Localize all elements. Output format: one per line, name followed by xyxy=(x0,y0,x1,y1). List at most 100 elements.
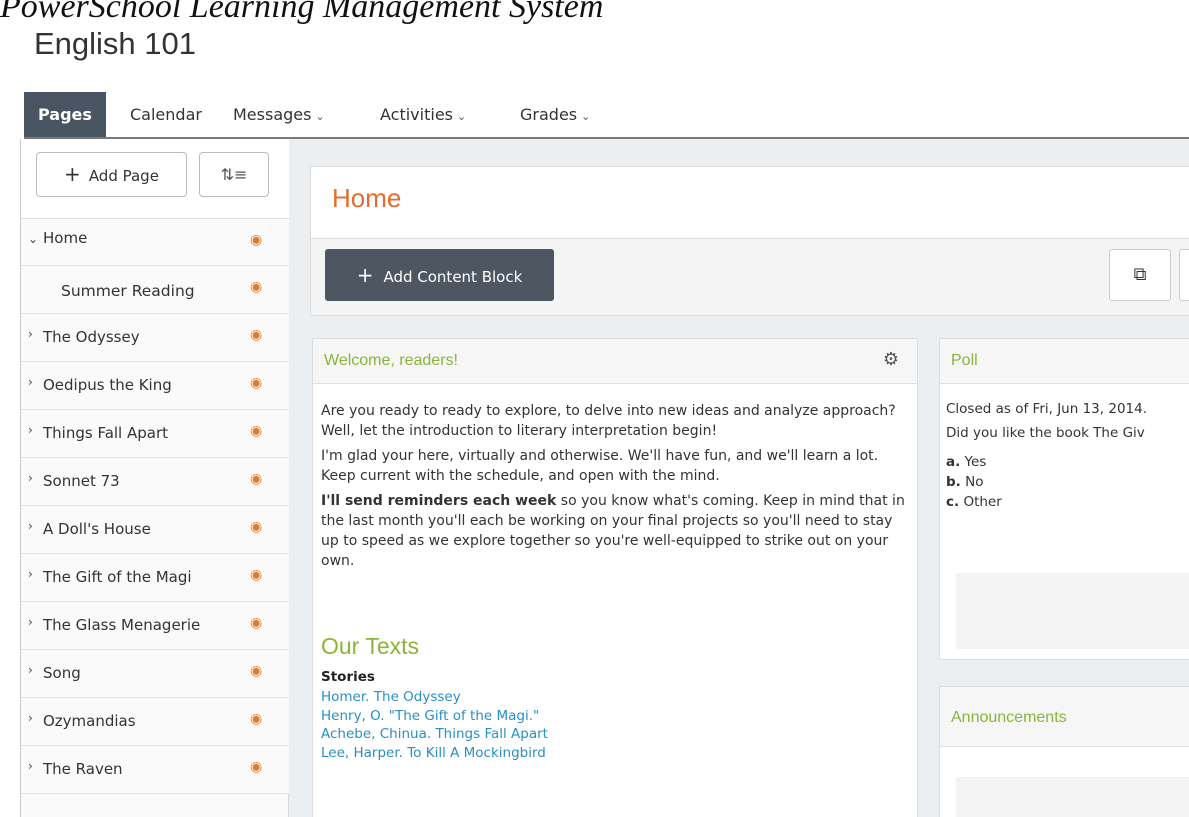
panel-header: Poll xyxy=(940,339,1189,384)
option-text: Other xyxy=(963,494,1002,510)
panel-title: Poll xyxy=(951,352,978,369)
chevron-right-icon[interactable]: › xyxy=(28,423,33,437)
rss-feed-icon[interactable]: ◉ xyxy=(250,615,262,631)
sidebar-item-a-dolls-house[interactable]: › A Doll's House ◉ xyxy=(21,506,289,554)
sidebar-item-label: Oedipus the King xyxy=(43,376,172,394)
panel-header: Announcements xyxy=(940,687,1189,747)
sidebar-item-the-gift-of-the-magi[interactable]: › The Gift of the Magi ◉ xyxy=(21,554,289,602)
gear-icon[interactable]: ⚙ xyxy=(883,349,899,370)
welcome-body: Are you ready to ready to explore, to de… xyxy=(321,401,911,576)
copy-page-button[interactable]: ⧉ xyxy=(1109,249,1171,301)
plus-icon: + xyxy=(64,162,81,186)
header-action-button[interactable] xyxy=(1179,249,1189,301)
nav-tab-label: Messages xyxy=(233,105,312,124)
story-link[interactable]: Lee, Harper. To Kill A Mockingbird xyxy=(321,744,548,763)
screenshot-caption: PowerSchool Learning Management System xyxy=(0,0,604,25)
rss-feed-icon[interactable]: ◉ xyxy=(250,327,262,343)
welcome-paragraph: Are you ready to ready to explore, to de… xyxy=(321,403,896,439)
chevron-down-icon[interactable]: ⌄ xyxy=(28,232,38,246)
poll-option: b. No xyxy=(946,472,1189,492)
sidebar-item-the-odyssey[interactable]: › The Odyssey ◉ xyxy=(21,314,289,362)
poll-option: a. Yes xyxy=(946,452,1189,472)
nav-tab-activities[interactable]: Activities ⌄ xyxy=(380,92,466,137)
page-sidebar: + Add Page ⇅≡ ⌄ Home ◉ Summer Reading ◉ ›… xyxy=(20,139,289,817)
sidebar-item-label: Summer Reading xyxy=(61,282,195,300)
sidebar-item-the-raven[interactable]: › The Raven ◉ xyxy=(21,746,289,794)
announcements-content-block: Announcements xyxy=(939,686,1189,817)
rss-feed-icon[interactable]: ◉ xyxy=(250,567,262,583)
chevron-right-icon[interactable]: › xyxy=(28,327,33,341)
page-list: ⌄ Home ◉ Summer Reading ◉ › The Odyssey … xyxy=(21,219,289,794)
nav-tab-pages[interactable]: Pages xyxy=(24,92,106,137)
reorder-pages-button[interactable]: ⇅≡ xyxy=(199,152,269,197)
option-letter: a. xyxy=(946,454,961,470)
add-content-block-button[interactable]: + Add Content Block xyxy=(325,249,554,301)
chevron-down-icon: ⌄ xyxy=(315,110,325,123)
stories-label: Stories xyxy=(321,669,375,685)
rss-feed-icon[interactable]: ◉ xyxy=(250,519,262,535)
story-link[interactable]: Achebe, Chinua. Things Fall Apart xyxy=(321,725,548,744)
rss-feed-icon[interactable]: ◉ xyxy=(250,232,262,248)
story-link[interactable]: Homer. The Odyssey xyxy=(321,688,548,707)
rss-feed-icon[interactable]: ◉ xyxy=(250,663,262,679)
sidebar-item-the-glass-menagerie[interactable]: › The Glass Menagerie ◉ xyxy=(21,602,289,650)
our-texts-heading: Our Texts xyxy=(321,633,419,659)
nav-tab-label: Calendar xyxy=(130,105,202,124)
nav-tab-grades[interactable]: Grades ⌄ xyxy=(520,92,590,137)
story-list: Homer. The Odyssey Henry, O. "The Gift o… xyxy=(321,688,548,762)
announcements-list xyxy=(956,777,1189,817)
sidebar-item-label: The Raven xyxy=(43,760,123,778)
rss-feed-icon[interactable]: ◉ xyxy=(250,375,262,391)
nav-tab-label: Grades xyxy=(520,105,578,124)
poll-content-block: Poll Closed as of Fri, Jun 13, 2014. Did… xyxy=(939,338,1189,660)
sidebar-item-sonnet-73[interactable]: › Sonnet 73 ◉ xyxy=(21,458,289,506)
sidebar-item-label: Ozymandias xyxy=(43,712,136,730)
poll-question: Did you like the book The Giv xyxy=(946,425,1145,441)
chevron-right-icon[interactable]: › xyxy=(28,615,33,629)
option-text: Yes xyxy=(964,454,987,470)
chevron-right-icon[interactable]: › xyxy=(28,375,33,389)
page-title: Home xyxy=(332,183,402,213)
chevron-right-icon[interactable]: › xyxy=(28,471,33,485)
chevron-right-icon[interactable]: › xyxy=(28,759,33,773)
page-header: Home + Add Content Block ⧉ xyxy=(310,166,1189,316)
sidebar-item-label: Things Fall Apart xyxy=(43,424,169,442)
poll-options: a. Yes b. No c. Other xyxy=(946,452,1189,512)
sidebar-item-ozymandias[interactable]: › Ozymandias ◉ xyxy=(21,698,289,746)
plus-icon: + xyxy=(356,263,374,287)
sort-list-icon: ⇅≡ xyxy=(220,165,248,184)
poll-option: c. Other xyxy=(946,492,1189,512)
sidebar-item-label: A Doll's House xyxy=(43,520,151,538)
chevron-right-icon[interactable]: › xyxy=(28,663,33,677)
sidebar-item-things-fall-apart[interactable]: › Things Fall Apart ◉ xyxy=(21,410,289,458)
sidebar-item-home[interactable]: ⌄ Home ◉ xyxy=(21,219,289,266)
title-band: Home xyxy=(311,167,1189,239)
poll-results-box xyxy=(956,573,1189,649)
chevron-right-icon[interactable]: › xyxy=(28,711,33,725)
panel-header: Welcome, readers! ⚙ xyxy=(313,339,917,384)
story-link[interactable]: Henry, O. "The Gift of the Magi." xyxy=(321,707,548,726)
rss-feed-icon[interactable]: ◉ xyxy=(250,759,262,775)
rss-feed-icon[interactable]: ◉ xyxy=(250,711,262,727)
rss-feed-icon[interactable]: ◉ xyxy=(250,471,262,487)
poll-body: Closed as of Fri, Jun 13, 2014. Did you … xyxy=(946,399,1189,512)
chevron-right-icon[interactable]: › xyxy=(28,567,33,581)
rss-feed-icon[interactable]: ◉ xyxy=(250,279,262,295)
sidebar-item-oedipus-the-king[interactable]: › Oedipus the King ◉ xyxy=(21,362,289,410)
welcome-paragraph: I'm glad your here, virtually and otherw… xyxy=(321,448,879,484)
panel-title: Welcome, readers! xyxy=(324,352,458,369)
welcome-content-block: Welcome, readers! ⚙ Are you ready to rea… xyxy=(312,338,918,817)
sidebar-item-song[interactable]: › Song ◉ xyxy=(21,650,289,698)
add-content-block-label: Add Content Block xyxy=(383,268,523,286)
bold-text: I'll send reminders each week xyxy=(321,493,557,509)
sidebar-item-label: Song xyxy=(43,664,81,682)
rss-feed-icon[interactable]: ◉ xyxy=(250,423,262,439)
chevron-right-icon[interactable]: › xyxy=(28,519,33,533)
nav-tab-calendar[interactable]: Calendar xyxy=(130,92,202,137)
sidebar-item-summer-reading[interactable]: Summer Reading ◉ xyxy=(21,266,289,314)
welcome-paragraph: I'll send reminders each week so you kno… xyxy=(321,491,911,571)
nav-tab-messages[interactable]: Messages ⌄ xyxy=(233,92,325,137)
add-page-button[interactable]: + Add Page xyxy=(36,152,187,197)
sidebar-item-label: The Glass Menagerie xyxy=(43,616,201,634)
main-navbar: Pages Calendar Messages ⌄ Activities ⌄ Gra… xyxy=(24,92,1189,139)
